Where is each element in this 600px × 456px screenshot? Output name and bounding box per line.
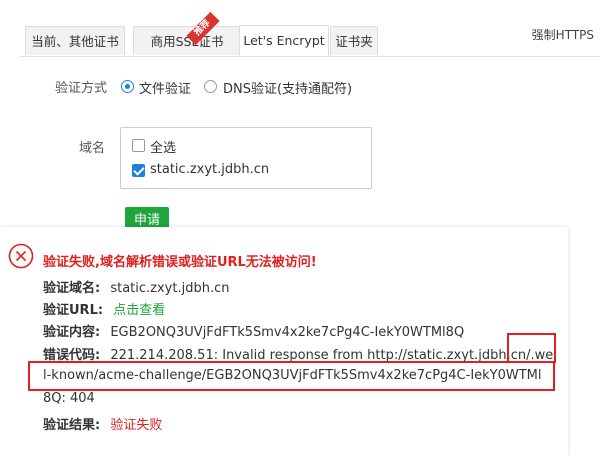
verify-result-value: 验证失败	[110, 418, 163, 433]
tab-current-certs[interactable]: 当前、其他证书	[25, 26, 125, 55]
verify-method-label: 验证方式	[55, 81, 108, 96]
domain-checkbox[interactable]	[132, 164, 145, 177]
radio-file-verify[interactable]	[121, 80, 134, 93]
highlight-box-wel	[507, 333, 556, 363]
verify-content-key: 验证内容:	[43, 325, 101, 340]
verify-result-row: 验证结果: 验证失败	[43, 414, 162, 433]
verify-domain-row: 验证域名: static.zxyt.jdbh.cn	[43, 277, 229, 296]
file-verify-label: 文件验证	[139, 82, 192, 97]
select-all-checkbox[interactable]	[132, 139, 145, 152]
domain-label: 域名	[79, 141, 106, 156]
verify-url-link[interactable]: 点击查看	[113, 303, 165, 318]
domain-list: 全选 static.zxyt.jdbh.cn	[120, 127, 372, 189]
dns-verify-label: DNS验证(支持通配符)	[223, 82, 353, 97]
verify-content-value: EGB2ONQ3UVjFdFTk5Smv4x2ke7cPg4C-IekY0WTM…	[110, 325, 465, 340]
verify-domain-key: 验证域名:	[43, 281, 101, 296]
tab-commercial-ssl[interactable]: 商用SSL证书	[133, 26, 241, 55]
force-https-label[interactable]: 强制HTTPS	[532, 26, 594, 43]
verify-url-key: 验证URL:	[43, 303, 104, 318]
verify-url-row: 验证URL: 点击查看	[43, 299, 165, 318]
verify-result-key: 验证结果:	[43, 418, 101, 433]
tab-lets-encrypt[interactable]: Let's Encrypt	[239, 25, 329, 56]
error-title: 验证失败,域名解析错误或验证URL无法被访问!	[43, 255, 317, 270]
verify-domain-value: static.zxyt.jdbh.cn	[110, 281, 230, 296]
radio-dns-verify[interactable]	[204, 80, 217, 93]
error-code-tail: 8Q: 404	[43, 391, 95, 406]
verify-content-row: 验证内容: EGB2ONQ3UVjFdFTk5Smv4x2ke7cPg4C-Ie…	[43, 321, 464, 340]
select-all-label: 全选	[150, 141, 177, 156]
domain-item-label: static.zxyt.jdbh.cn	[150, 162, 270, 177]
tab-cert-folder[interactable]: 证书夹	[330, 26, 378, 55]
highlight-box-path	[28, 361, 555, 391]
tab-bar: 当前、其他证书 商用SSL证书 Let's Encrypt 证书夹	[20, 20, 600, 57]
error-x-icon	[8, 243, 34, 269]
error-code-status: 8Q: 404	[43, 391, 95, 406]
